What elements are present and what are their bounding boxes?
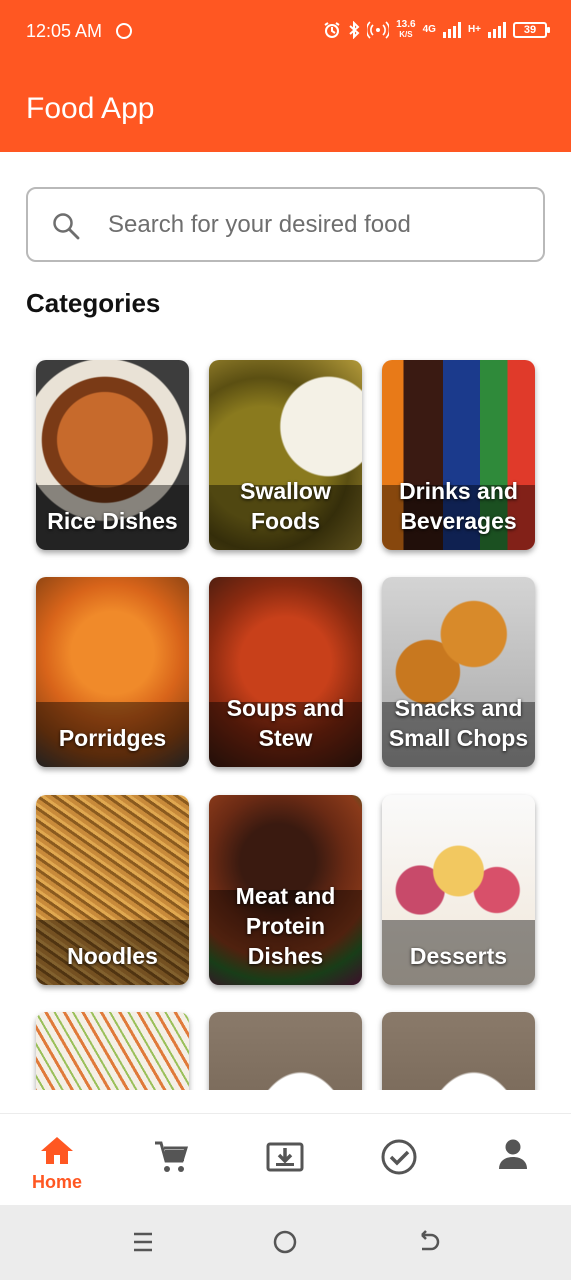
search-input[interactable] (108, 205, 528, 245)
net-speed-value: 13.6 (396, 19, 416, 30)
category-label-line: Porridges (58, 725, 167, 751)
soup-bowl-image (209, 1012, 362, 1090)
signal-icon-2 (488, 22, 506, 38)
home-icon (41, 1137, 73, 1164)
recent-apps-icon[interactable] (128, 1227, 158, 1257)
categories-title: Categories (26, 288, 161, 318)
category-label-line: Small Chops (388, 725, 529, 751)
status-time: 12:05 AM (26, 21, 103, 41)
network-type-2: H+ (467, 24, 481, 35)
category-label: Rice Dishes (36, 506, 189, 536)
category-label: Snacks and Small Chops (382, 693, 535, 753)
category-label: Noodles (36, 941, 189, 971)
bluetooth-icon (349, 21, 360, 39)
category-label-line: Dishes (247, 943, 324, 969)
download-icon (266, 1142, 304, 1172)
category-rice-dishes[interactable]: Rice Dishes (36, 360, 189, 550)
nav-cart[interactable] (114, 1114, 228, 1206)
search-icon (53, 213, 80, 240)
status-icons: 13.6 K/S 4G H+ 39 (323, 20, 550, 40)
battery-icon: 39 (513, 22, 550, 38)
category-label-line: Beverages (400, 508, 517, 534)
home-button-icon[interactable] (270, 1227, 300, 1257)
cart-icon (155, 1141, 189, 1172)
category-swallow-foods[interactable]: Swallow Foods (209, 360, 362, 550)
category-porridges[interactable]: Porridges (36, 577, 189, 767)
category-noodles[interactable]: Noodles (36, 795, 189, 985)
category-label-line: Stew (258, 725, 313, 751)
category-desserts[interactable]: Desserts (382, 795, 535, 985)
whatsapp-icon (116, 23, 132, 39)
category-label-line: Meat and (235, 883, 336, 909)
system-navigation-bar (0, 1205, 571, 1280)
category-label-line: Foods (251, 508, 320, 534)
nav-home-label: Home (31, 1172, 82, 1192)
category-label-line: Drinks and (399, 478, 518, 504)
category-label-line: Protein (245, 913, 326, 939)
check-circle-icon (381, 1139, 417, 1175)
category-label: Soups and Stew (209, 693, 362, 753)
hotspot-icon (367, 21, 390, 39)
category-label-line: Soups and (226, 695, 345, 721)
category-item-11[interactable] (209, 1012, 362, 1090)
category-label: Porridges (36, 723, 189, 753)
category-label-line: Noodles (67, 943, 158, 969)
category-label: Desserts (382, 941, 535, 971)
category-soups-stew[interactable]: Soups and Stew (209, 577, 362, 767)
alarm-icon (324, 22, 340, 38)
category-label-line: Snacks and (394, 695, 523, 721)
category-meat-protein-dishes[interactable]: Meat and Protein Dishes (209, 795, 362, 985)
app-title: Food App (26, 92, 155, 125)
nav-downloads[interactable] (228, 1114, 342, 1206)
category-label: Meat and Protein Dishes (209, 881, 362, 971)
category-drinks-beverages[interactable]: Drinks and Beverages (382, 360, 535, 550)
net-speed-unit: K/S (399, 30, 413, 39)
nav-home[interactable]: Home (0, 1114, 114, 1206)
back-icon[interactable] (413, 1227, 443, 1257)
status-bar: 12:05 AM 13.6 K/S 4G H+ 39 (0, 0, 571, 64)
nav-profile[interactable] (456, 1114, 570, 1206)
person-icon (499, 1139, 527, 1169)
category-label-line: Swallow (240, 478, 331, 504)
category-label: Swallow Foods (209, 476, 362, 536)
category-item-12[interactable] (382, 1012, 535, 1090)
category-label-line: Rice Dishes (47, 508, 178, 534)
category-label: Drinks and Beverages (382, 476, 535, 536)
category-snacks-small-chops[interactable]: Snacks and Small Chops (382, 577, 535, 767)
category-item-10[interactable] (36, 1012, 189, 1090)
app-header: 12:05 AM 13.6 K/S 4G H+ 39 Food App (0, 0, 571, 152)
salad-image (36, 1012, 189, 1090)
signal-icon-1 (442, 22, 461, 38)
bottom-navigation: Home (0, 1113, 571, 1205)
soup-bowl-image-2 (382, 1012, 535, 1090)
search-bar[interactable] (26, 187, 545, 262)
category-label-line: Desserts (409, 943, 508, 969)
net-speed: 13.6 K/S (396, 20, 415, 40)
network-type-1: 4G (422, 24, 436, 35)
categories-grid: Rice Dishes Swallow Foods Drinks and Bever… (0, 340, 571, 1090)
nav-orders[interactable] (342, 1114, 456, 1206)
